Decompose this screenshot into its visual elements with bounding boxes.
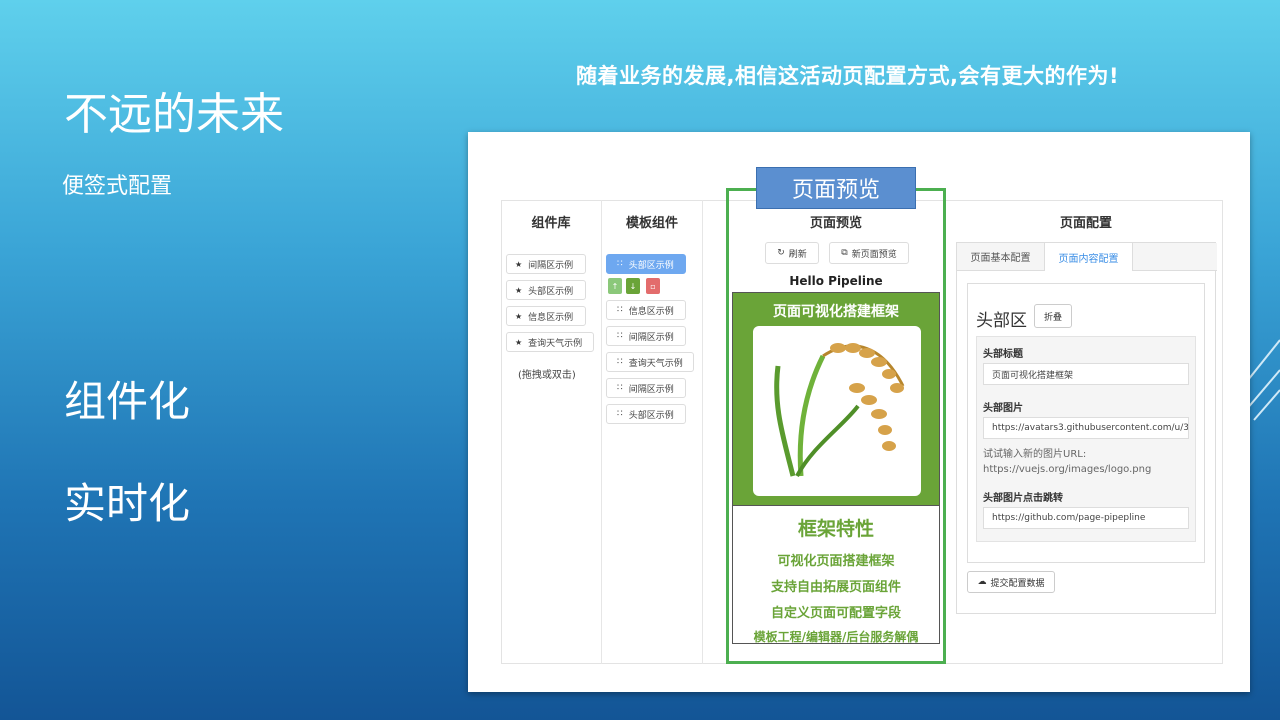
features-title: 框架特性: [797, 518, 874, 540]
feature-item: 模板工程/编辑器/后台服务解偶: [753, 630, 919, 644]
grid-icon: ∷: [617, 357, 623, 367]
grid-icon: ∷: [617, 383, 623, 393]
submit-config-button[interactable]: ☁ 提交配置数据: [967, 571, 1055, 593]
tab-bar-filler: [1133, 243, 1217, 271]
grid-icon: ∷: [617, 305, 623, 315]
move-up-icon[interactable]: ↑: [608, 278, 622, 294]
column-header-config: 页面配置: [1059, 216, 1112, 231]
cloud-upload-icon: ☁: [977, 577, 987, 587]
feature-item: 自定义页面可配置字段: [770, 606, 901, 621]
move-down-icon[interactable]: ↓: [626, 278, 640, 294]
new-page-preview-button[interactable]: ⧉ 新页面预览: [829, 242, 909, 264]
fold-button[interactable]: 折叠: [1034, 304, 1072, 328]
refresh-button[interactable]: ↻ 刷新: [765, 242, 819, 264]
external-link-icon: ⧉: [841, 248, 848, 258]
field-label: 头部图片: [983, 403, 1023, 414]
config-panel: 页面基本配置 页面内容配置 头部区 折叠 头部标题 页面可视化搭建框架 头部图片…: [956, 242, 1217, 614]
star-icon: ★: [515, 311, 523, 321]
tab-basic-config[interactable]: 页面基本配置: [957, 243, 1045, 271]
library-item[interactable]: ★ 头部区示例: [506, 280, 586, 300]
tab-content-config[interactable]: 页面内容配置: [1045, 243, 1133, 271]
bullet-componentization: 组件化: [64, 377, 191, 426]
library-item[interactable]: ★ 信息区示例: [506, 306, 586, 326]
grid-icon: ∷: [617, 259, 623, 269]
section-title: 头部区: [976, 311, 1027, 331]
header-title-input[interactable]: 页面可视化搭建框架: [983, 363, 1189, 385]
template-item[interactable]: ∷ 头部区示例: [606, 254, 686, 274]
column-divider: [702, 200, 703, 664]
header-image-input[interactable]: https://avatars3.githubusercontent.com/u…: [983, 417, 1189, 439]
feature-item: 支持自由拓展页面组件: [770, 580, 901, 595]
hero-image: [753, 326, 921, 496]
grid-icon: ∷: [617, 331, 623, 341]
preview-hello: Hello Pipeline: [789, 274, 883, 288]
template-item[interactable]: ∷ 查询天气示例: [606, 352, 694, 372]
preview-tag: 页面预览: [756, 167, 916, 209]
config-section: 头部区 折叠 头部标题 页面可视化搭建框架 头部图片 https://avata…: [967, 283, 1205, 563]
preview-hero: 页面可视化搭建框架: [732, 292, 940, 506]
field-label: 头部图片点击跳转: [983, 493, 1063, 504]
header-link-input[interactable]: https://github.com/page-pipepline: [983, 507, 1189, 529]
feature-item: 可视化页面搭建框架: [777, 554, 895, 569]
slide-subtitle: 便签式配置: [62, 174, 173, 199]
library-item[interactable]: ★ 查询天气示例: [506, 332, 594, 352]
library-hint: (拖拽或双击): [518, 370, 576, 381]
slide-title: 不远的未来: [64, 89, 284, 140]
rice-plant-icon: [774, 343, 905, 477]
star-icon: ★: [515, 259, 523, 269]
bullet-realtime: 实时化: [64, 479, 191, 528]
slide-headline: 随着业务的发展,相信这活动页配置方式,会有更大的作为!: [576, 64, 1120, 88]
column-header-templates: 模板组件: [625, 216, 678, 231]
features-section: 框架特性 可视化页面搭建框架 支持自由拓展页面组件 自定义页面可配置字段 模板工…: [732, 506, 940, 644]
image-hint: 试试输入新的图片URL: https://vuejs.org/images/lo…: [983, 449, 1152, 475]
field-label: 头部标题: [983, 349, 1023, 360]
editor-screenshot: 组件库 模板组件 页面预览 页面配置 ★ 间隔区示例 ★ 头部区示例 ★ 信息区示例 …: [468, 132, 1250, 692]
hero-title: 页面可视化搭建框架: [773, 304, 899, 320]
refresh-icon: ↻: [777, 248, 785, 258]
template-item[interactable]: ∷ 头部区示例: [606, 404, 686, 424]
grid-icon: ∷: [617, 409, 623, 419]
template-item[interactable]: ∷ 间隔区示例: [606, 326, 686, 346]
template-item[interactable]: ∷ 间隔区示例: [606, 378, 686, 398]
delete-icon[interactable]: ▫: [646, 278, 660, 294]
library-item[interactable]: ★ 间隔区示例: [506, 254, 586, 274]
star-icon: ★: [515, 285, 523, 295]
column-header-library: 组件库: [531, 216, 571, 231]
star-icon: ★: [515, 337, 523, 347]
column-divider: [601, 200, 602, 664]
field-area: 头部标题 页面可视化搭建框架 头部图片 https://avatars3.git…: [976, 336, 1196, 542]
template-item[interactable]: ∷ 信息区示例: [606, 300, 686, 320]
